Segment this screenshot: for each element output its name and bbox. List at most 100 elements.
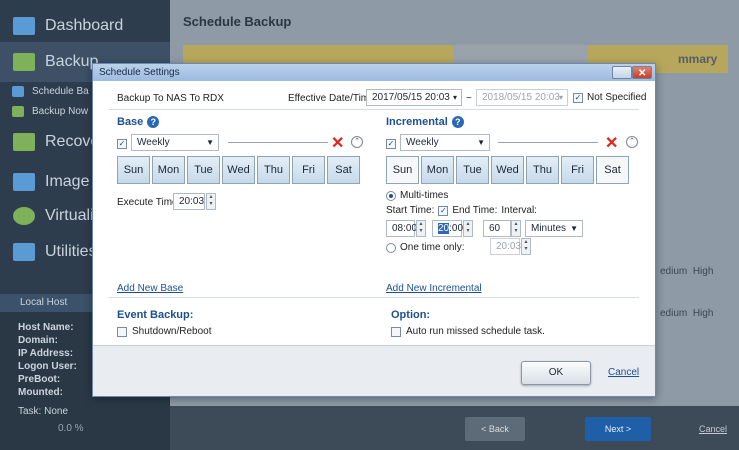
schedule-settings-dialog: Schedule Settings ✕ Backup To NAS To RDX… — [92, 63, 656, 397]
incr-day-tue[interactable]: Tue — [456, 156, 489, 184]
end-datetime-value: 2018/05/15 20:03 — [482, 92, 560, 103]
incr-day-sat[interactable]: Sat — [596, 156, 629, 184]
base-heading: Base? — [117, 116, 160, 129]
remove-incremental-icon[interactable]: ✕ — [605, 133, 618, 153]
help-icon[interactable]: ? — [451, 116, 464, 129]
close-icon: ✕ — [638, 68, 647, 79]
multi-times-radio[interactable]: Multi-times — [386, 190, 448, 201]
base-day-sat[interactable]: Sat — [327, 156, 360, 184]
slider-1-medium: edium — [660, 266, 688, 277]
top-separator — [109, 109, 639, 110]
restore-button[interactable] — [612, 66, 632, 79]
backup-icon — [13, 53, 35, 71]
nav-backup-now[interactable]: Backup Now — [12, 106, 88, 117]
recovery-icon — [13, 133, 35, 151]
slider-2-labels: edium High — [660, 308, 713, 319]
base-heading-text: Base — [117, 116, 144, 128]
one-time-value: 20:03 — [496, 241, 522, 252]
end-time-input[interactable]: 20:00 — [432, 220, 463, 237]
base-day-mon[interactable]: Mon — [152, 156, 185, 184]
wizard-cancel-link[interactable]: Cancel — [696, 417, 730, 441]
base-day-sun[interactable]: Sun — [117, 156, 150, 184]
one-time-spinner[interactable]: ▴ ▾ — [521, 238, 532, 255]
calendar-icon — [12, 86, 24, 97]
start-datetime-picker[interactable]: 2017/05/15 20:03 ▾ — [366, 89, 462, 106]
local-host-title: Local Host — [20, 297, 68, 308]
help-icon[interactable]: ? — [147, 116, 160, 129]
dialog-footer: OK Cancel — [93, 345, 655, 396]
incremental-frequency-select[interactable]: Weekly ▼ — [400, 134, 490, 151]
incremental-heading-text: Incremental — [386, 116, 448, 128]
incr-day-thu[interactable]: Thu — [526, 156, 559, 184]
nav-schedule-backup[interactable]: Schedule Ba — [12, 86, 89, 97]
execute-time-label: Execute Time: — [117, 197, 181, 208]
interval-unit-select[interactable]: Minutes ▼ — [525, 220, 583, 237]
collapse-incremental-icon[interactable]: ⌃ — [626, 136, 638, 148]
mounted-label: Mounted: — [18, 387, 63, 398]
interval-label: Interval: — [501, 205, 537, 216]
backup-now-icon — [12, 106, 24, 117]
task-row: Task: None — [18, 406, 68, 417]
execute-time-value: 20:03 — [179, 196, 205, 207]
collapse-base-icon[interactable]: ⌃ — [351, 136, 363, 148]
interval-spinner[interactable]: ▴ ▾ — [511, 220, 522, 237]
option-heading: Option: — [391, 309, 431, 321]
one-time-label: One time only: — [400, 242, 465, 253]
next-button[interactable]: Next > — [585, 417, 651, 441]
range-tilde: ~ — [466, 93, 472, 104]
image-icon — [13, 173, 35, 191]
dialog-title: Schedule Settings — [99, 67, 180, 78]
middle-separator — [109, 297, 639, 298]
nav-dashboard[interactable]: Dashboard — [0, 6, 170, 46]
task-label: Task: — [18, 406, 42, 417]
one-time-input[interactable]: 20:03 — [490, 238, 522, 255]
checkbox-unchecked-icon — [391, 326, 401, 337]
incremental-enabled-checkbox[interactable]: ✓ — [386, 137, 396, 149]
remove-base-icon[interactable]: ✕ — [331, 133, 344, 153]
checkbox-checked-icon: ✓ — [573, 92, 583, 103]
dialog-cancel-link[interactable]: Cancel — [608, 367, 639, 378]
end-datetime-picker[interactable]: 2018/05/15 20:03 ▾ — [476, 89, 568, 106]
effective-date-label: Effective Date/Time: — [288, 93, 378, 104]
chevron-down-icon: ▼ — [570, 224, 578, 233]
step-summary: mmary — [678, 52, 718, 66]
chevron-down-icon: ▾ — [558, 93, 563, 102]
nav-schedule-label: Schedule Ba — [32, 86, 89, 97]
incr-day-mon[interactable]: Mon — [421, 156, 454, 184]
interval-unit-value: Minutes — [531, 223, 567, 234]
base-enabled-checkbox[interactable]: ✓ — [117, 137, 127, 149]
page-title: Schedule Backup — [183, 14, 292, 29]
execute-time-spinner[interactable]: ▴ ▾ — [206, 193, 217, 210]
back-button[interactable]: < Back — [465, 417, 525, 441]
chevron-down-icon: ▼ — [477, 138, 485, 147]
incremental-divider — [498, 142, 598, 143]
execute-time-input[interactable]: 20:03 — [173, 193, 205, 210]
interval-input[interactable]: 60 — [483, 220, 511, 237]
start-time-spinner[interactable]: ▴ ▾ — [416, 220, 427, 237]
time-range-labels: Start Time: ✓ End Time: Interval: — [386, 205, 537, 216]
add-new-base-link[interactable]: Add New Base — [117, 283, 183, 294]
nav-utilities-label: Utilities — [45, 243, 97, 260]
incr-day-wed[interactable]: Wed — [491, 156, 524, 184]
add-new-incremental-link[interactable]: Add New Incremental — [386, 283, 482, 294]
base-day-tue[interactable]: Tue — [187, 156, 220, 184]
base-day-thu[interactable]: Thu — [257, 156, 290, 184]
slider-1-labels: edium High — [660, 266, 713, 277]
base-day-fri[interactable]: Fri — [292, 156, 325, 184]
not-specified-checkbox[interactable]: ✓ Not Specified — [573, 92, 646, 103]
domain-label: Domain: — [18, 335, 58, 346]
close-button[interactable]: ✕ — [632, 66, 652, 79]
utilities-icon — [13, 243, 35, 261]
end-time-checkbox[interactable]: ✓ — [438, 205, 449, 216]
start-time-input[interactable]: 08:00 — [386, 220, 417, 237]
ok-button[interactable]: OK — [521, 361, 591, 385]
base-frequency-select[interactable]: Weekly ▼ — [131, 134, 219, 151]
incr-day-sun[interactable]: Sun — [386, 156, 419, 184]
auto-run-checkbox[interactable]: Auto run missed schedule task. — [391, 326, 545, 337]
shutdown-reboot-checkbox[interactable]: Shutdown/Reboot — [117, 326, 212, 337]
incr-day-fri[interactable]: Fri — [561, 156, 594, 184]
base-day-wed[interactable]: Wed — [222, 156, 255, 184]
checkbox-unchecked-icon — [117, 326, 127, 337]
end-time-spinner[interactable]: ▴ ▾ — [463, 220, 474, 237]
one-time-radio[interactable]: One time only: — [386, 242, 464, 253]
